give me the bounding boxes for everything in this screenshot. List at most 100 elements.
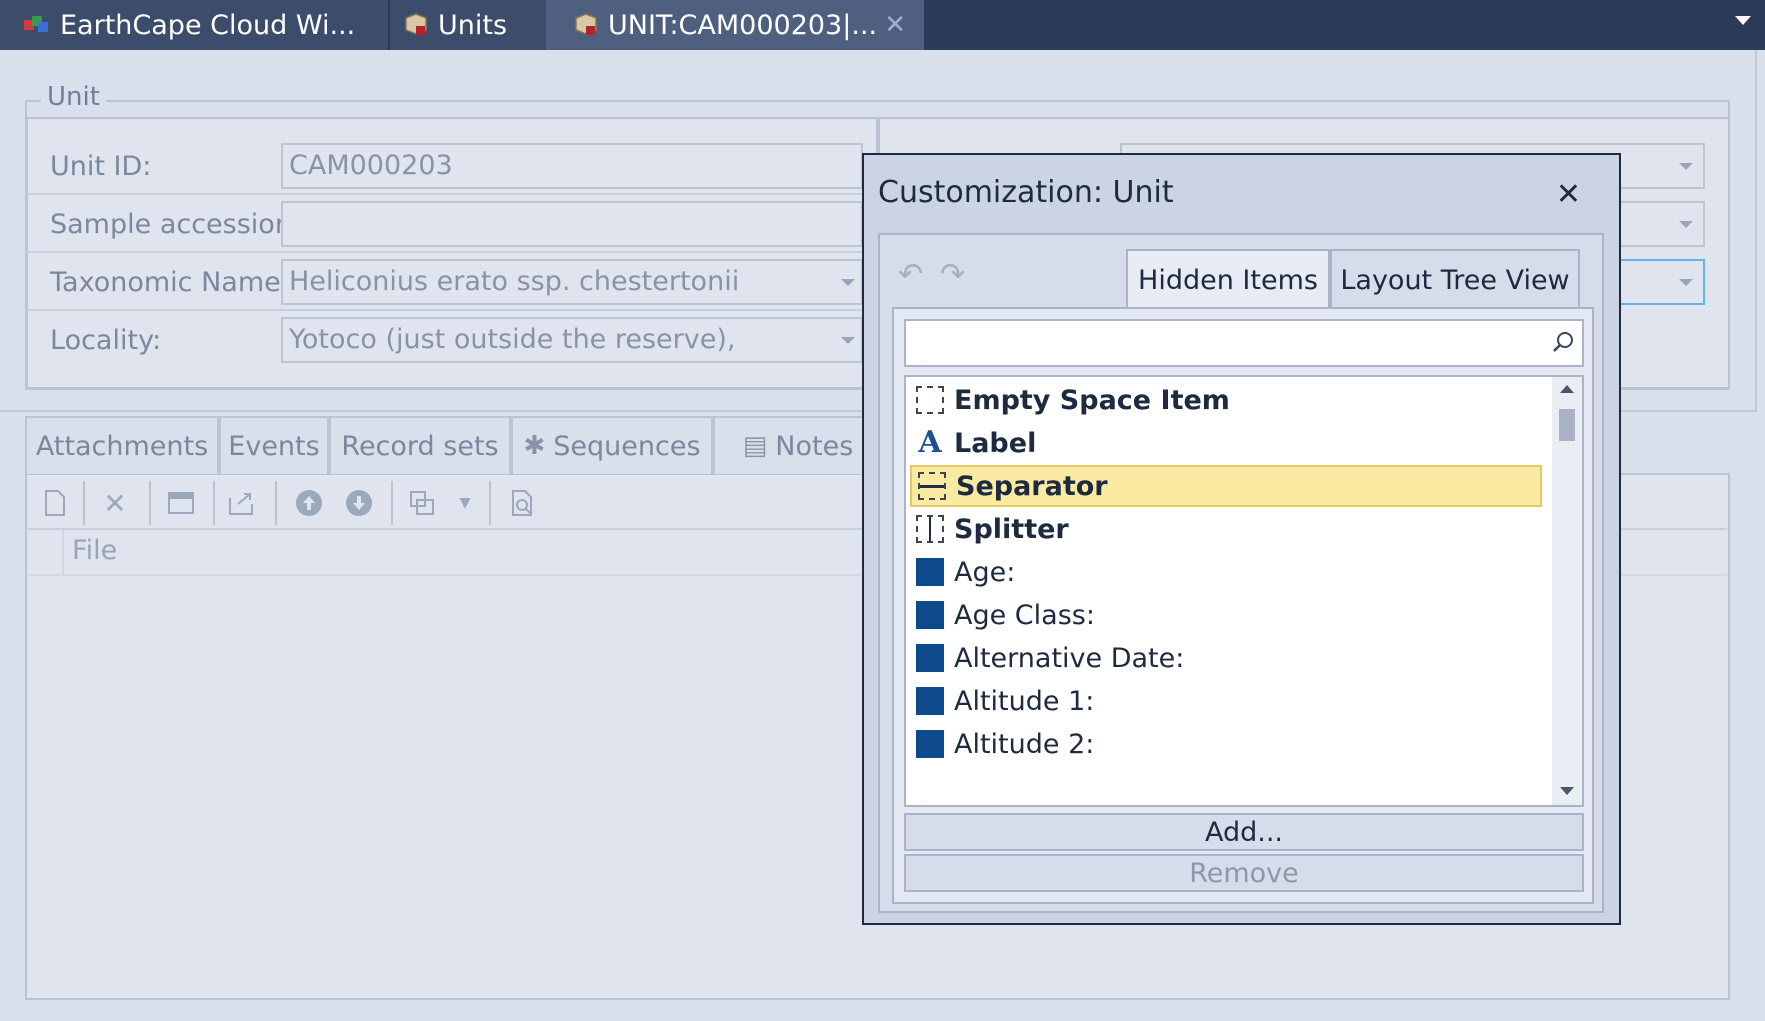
chevron-down-icon[interactable]	[841, 337, 855, 344]
field-icon	[916, 558, 944, 586]
field-icon	[916, 687, 944, 715]
list-item-label: Age:	[954, 556, 1016, 588]
list-item-age[interactable]: Age:	[910, 551, 1542, 593]
close-icon[interactable]: ✕	[1556, 177, 1581, 212]
tab-label: Layout Tree View	[1340, 264, 1570, 296]
locality-row: Locality: Yotoco (just outside the reser…	[26, 311, 876, 369]
tab-list-dropdown-icon[interactable]	[1735, 16, 1751, 25]
toolbar-separator	[83, 481, 85, 525]
list-item-label: Altitude 1:	[954, 685, 1095, 717]
export-icon[interactable]	[225, 485, 261, 521]
tab-attachments[interactable]: Attachments	[25, 416, 219, 474]
column-header-file[interactable]: File	[62, 530, 117, 576]
tab-label: Notes	[775, 430, 854, 462]
tab-label: Hidden Items	[1138, 264, 1318, 296]
chevron-down-icon[interactable]	[1679, 221, 1693, 228]
tab-units[interactable]: Units	[388, 0, 546, 50]
toolbar-separator	[149, 481, 151, 525]
tab-layout-tree-view[interactable]: Layout Tree View	[1330, 249, 1580, 309]
chevron-down-icon[interactable]	[841, 279, 855, 286]
tab-label: UNIT:CAM000203|...	[608, 9, 878, 41]
list-item-age-class[interactable]: Age Class:	[910, 594, 1542, 636]
chevron-down-icon[interactable]	[1679, 163, 1693, 170]
gear-icon: ✱	[523, 431, 546, 461]
sample-accession-label: Sample accession:	[50, 209, 302, 240]
tab-hidden-items[interactable]: Hidden Items	[1126, 249, 1330, 309]
hidden-items-list: Empty Space Item A Label Separator Split…	[904, 375, 1584, 807]
chevron-down-icon[interactable]: ▼	[447, 485, 483, 521]
field-icon	[916, 644, 944, 672]
tab-unit-cam000203[interactable]: UNIT:CAM000203|... ✕	[546, 0, 924, 50]
scroll-down-icon[interactable]	[1560, 787, 1574, 795]
tab-sequences[interactable]: ✱ Sequences	[511, 416, 713, 474]
group-title: Unit	[41, 82, 106, 112]
unit-icon	[570, 10, 600, 40]
locality-value: Yotoco (just outside the reserve),	[289, 324, 736, 355]
list-item-label: Altitude 2:	[954, 728, 1095, 760]
field-icon	[916, 730, 944, 758]
window-icon[interactable]	[163, 485, 199, 521]
delete-icon[interactable]: ✕	[97, 485, 133, 521]
unit-id-field[interactable]: CAM000203	[281, 143, 863, 189]
locality-label: Locality:	[50, 325, 162, 356]
tab-earthcape-cloud[interactable]: EarthCape Cloud Wi...	[0, 0, 388, 50]
list-item-altitude-2[interactable]: Altitude 2:	[910, 723, 1542, 765]
taxonomic-name-row: Taxonomic Name: Heliconius erato ssp. ch…	[26, 253, 876, 311]
tab-label: Units	[438, 9, 508, 41]
list-scrollbar[interactable]	[1552, 377, 1582, 805]
tab-label: Record sets	[341, 430, 499, 462]
locality-field[interactable]: Yotoco (just outside the reserve),	[281, 317, 863, 363]
preview-icon[interactable]	[505, 485, 541, 521]
app-icon	[22, 10, 52, 40]
search-icon	[1552, 331, 1574, 353]
empty-space-icon	[916, 386, 944, 414]
taxonomic-name-field[interactable]: Heliconius erato ssp. chestertonii	[281, 259, 863, 305]
separator-icon	[918, 472, 946, 500]
taxonomic-name-value: Heliconius erato ssp. chestertonii	[289, 266, 740, 297]
hidden-items-search-input[interactable]	[904, 319, 1584, 367]
layout-icon[interactable]	[405, 485, 441, 521]
undo-icon[interactable]: ↶	[898, 257, 923, 292]
tab-label: Attachments	[35, 430, 209, 462]
document-tab-bar: EarthCape Cloud Wi... Units UNIT:CAM0002…	[0, 0, 1765, 50]
move-down-icon[interactable]	[341, 485, 377, 521]
list-item-splitter[interactable]: Splitter	[910, 508, 1542, 550]
list-item-altitude-1[interactable]: Altitude 1:	[910, 680, 1542, 722]
scroll-up-icon[interactable]	[1560, 385, 1574, 393]
remove-button[interactable]: Remove	[904, 854, 1584, 892]
sample-accession-row: Sample accession:	[26, 195, 876, 253]
taxonomic-name-label: Taxonomic Name:	[50, 267, 290, 298]
notes-icon: ▤	[742, 431, 768, 461]
move-up-icon[interactable]	[291, 485, 327, 521]
sample-accession-field[interactable]	[281, 201, 863, 247]
tab-events[interactable]: Events	[219, 416, 329, 474]
list-item-label: Empty Space Item	[954, 384, 1230, 416]
redo-icon[interactable]: ↷	[940, 257, 965, 292]
close-tab-icon[interactable]: ✕	[884, 10, 906, 40]
unit-id-label: Unit ID:	[50, 151, 152, 182]
scrollbar-thumb[interactable]	[1559, 409, 1575, 441]
tab-label: Events	[228, 430, 320, 462]
toolbar-separator	[275, 481, 277, 525]
tab-notes[interactable]: ▤ Notes	[713, 416, 883, 474]
hidden-items-pane: Empty Space Item A Label Separator Split…	[892, 307, 1594, 904]
toolbar-separator	[489, 481, 491, 525]
unit-id-row: Unit ID: CAM000203	[26, 137, 876, 195]
chevron-down-icon[interactable]	[1679, 279, 1693, 286]
dialog-title: Customization: Unit	[878, 175, 1174, 210]
customization-dialog: Customization: Unit ✕ ↶ ↷ Hidden Items L…	[862, 153, 1621, 925]
add-button[interactable]: Add...	[904, 813, 1584, 851]
tab-record-sets[interactable]: Record sets	[329, 416, 511, 474]
splitter-icon	[916, 515, 944, 543]
label-icon: A	[918, 425, 942, 460]
field-icon	[916, 601, 944, 629]
list-item-label: Label	[954, 427, 1037, 459]
list-item-separator[interactable]: Separator	[910, 465, 1542, 507]
list-item-empty-space-item[interactable]: Empty Space Item	[910, 379, 1542, 421]
toolbar-separator	[213, 481, 215, 525]
units-icon	[400, 10, 430, 40]
list-item-label-item[interactable]: A Label	[910, 422, 1542, 464]
new-file-icon[interactable]	[37, 485, 73, 521]
divider	[1755, 50, 1757, 410]
list-item-alternative-date[interactable]: Alternative Date:	[910, 637, 1542, 679]
